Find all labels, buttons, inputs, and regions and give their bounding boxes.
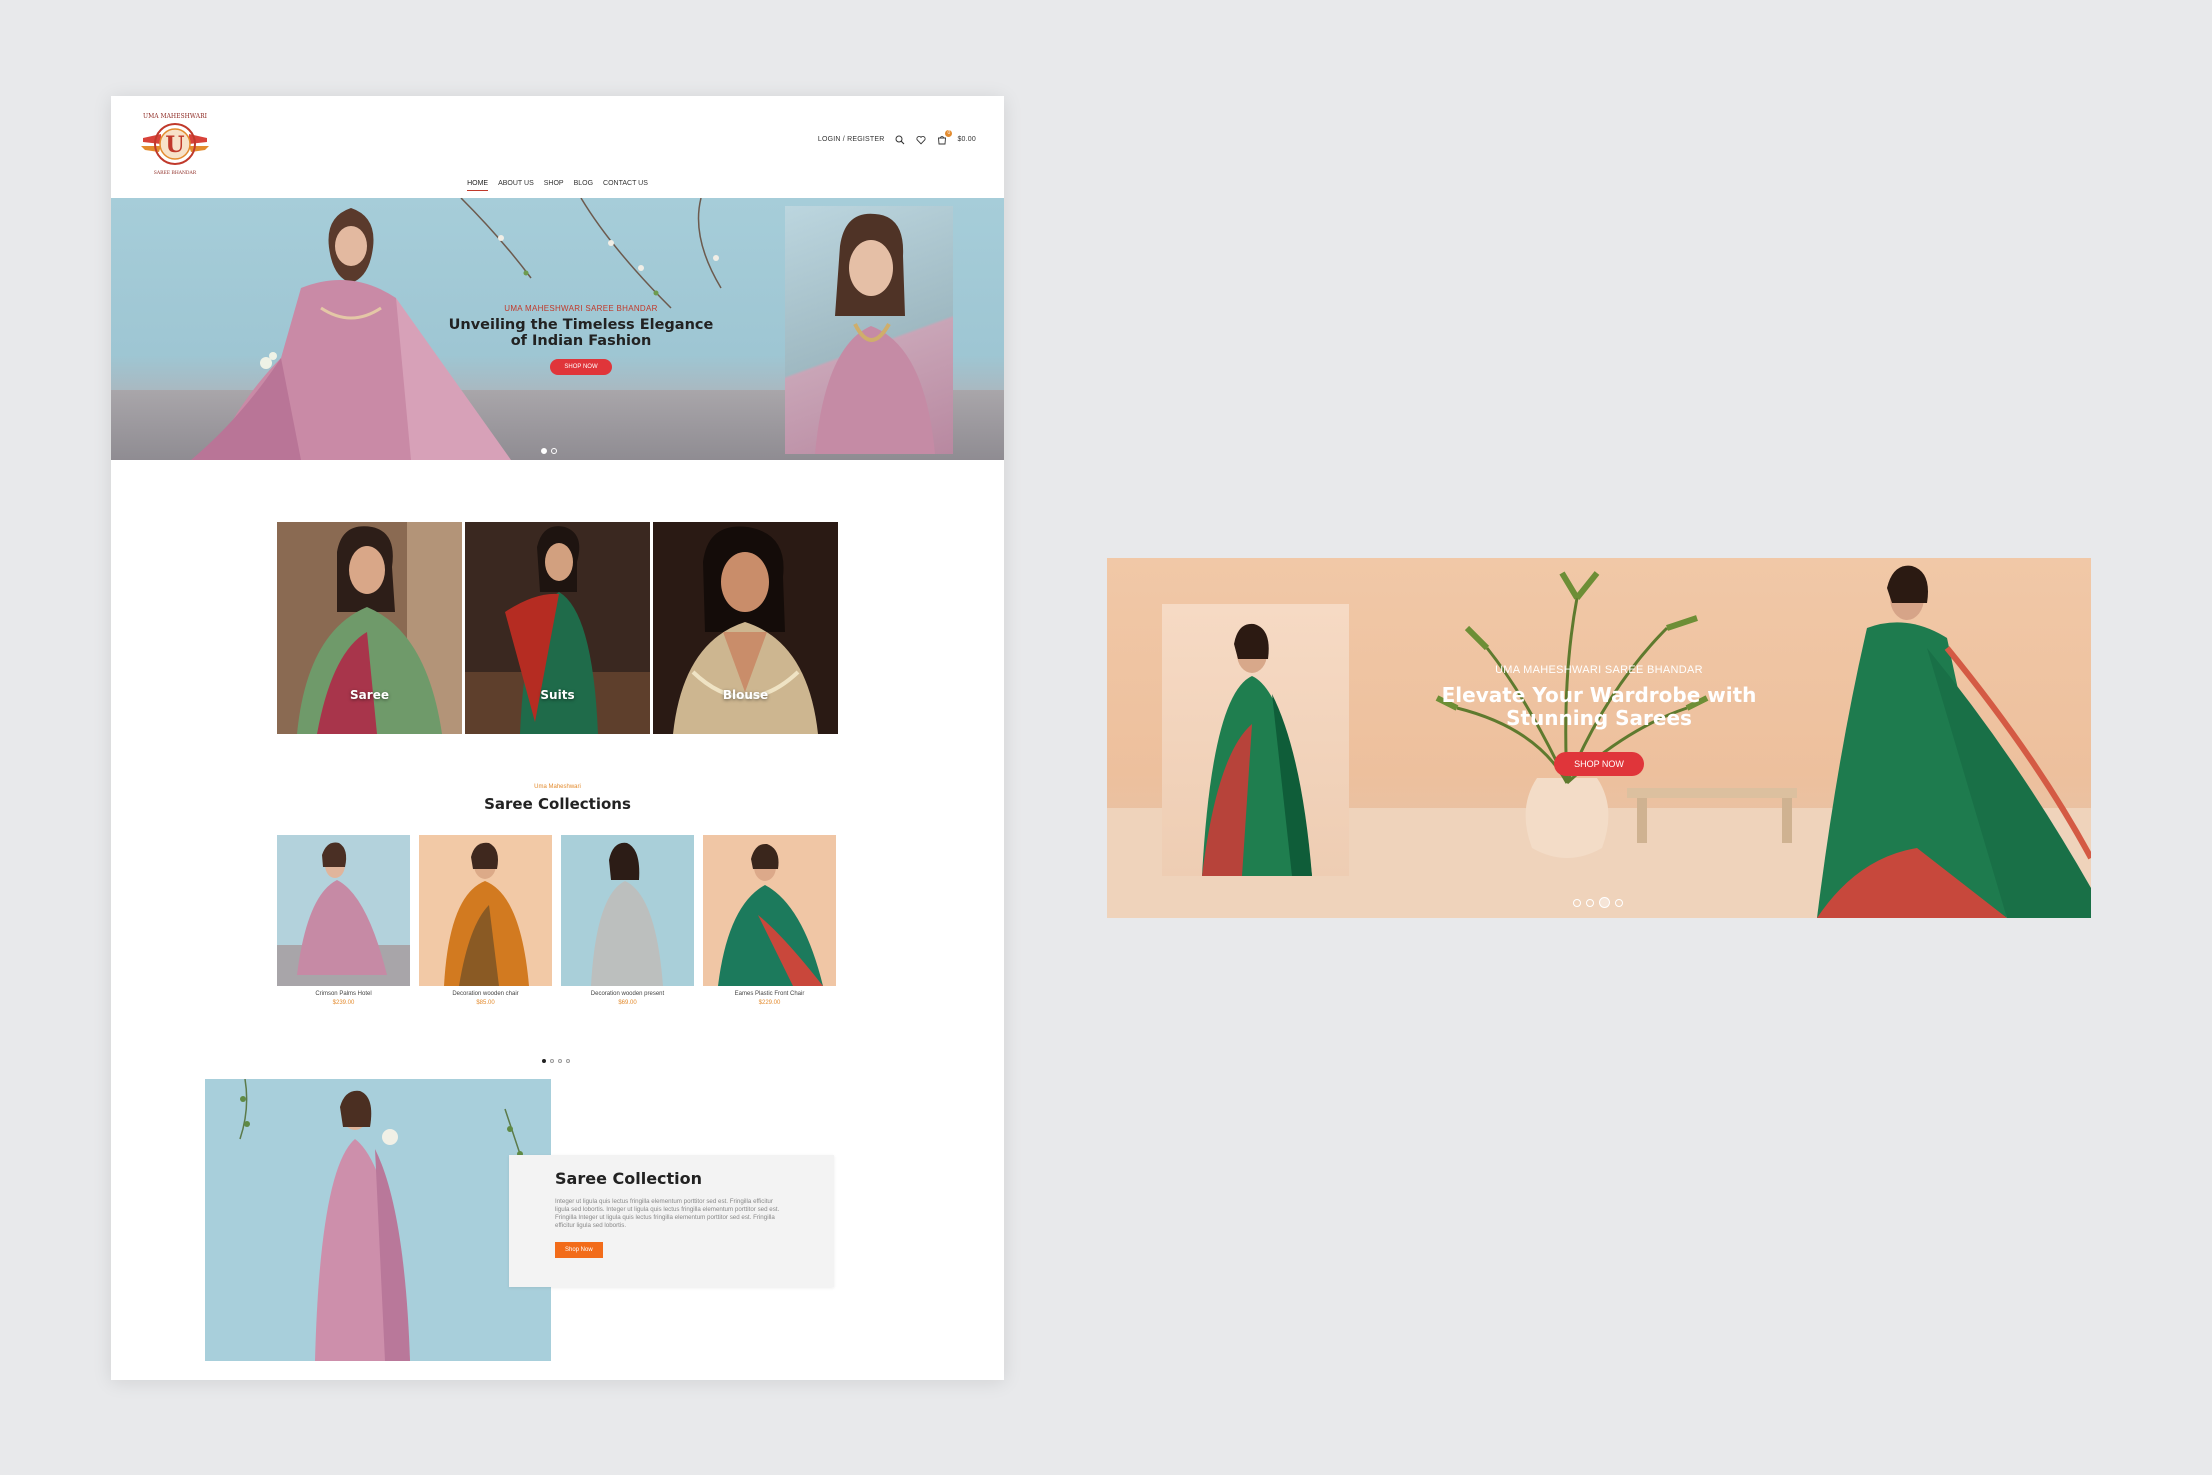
product-card[interactable]: Decoration wooden chair $85.00 [419, 835, 552, 1006]
feature-body: Integer ut ligula quis lectus fringilla … [555, 1198, 780, 1229]
product-image[interactable] [277, 835, 410, 986]
feature-shop-now-button[interactable]: Shop Now [555, 1242, 603, 1258]
hero-portrait-frame [785, 206, 953, 454]
category-tiles: Saree Suits Blouse [277, 522, 838, 734]
svg-text:SAREE BHANDAR: SAREE BHANDAR [154, 170, 197, 176]
category-label: Saree [350, 688, 389, 702]
product-image[interactable] [703, 835, 836, 986]
pager-dot[interactable] [550, 1059, 554, 1063]
cart-icon[interactable]: 0 [936, 130, 953, 145]
hero-caption: UMA MAHESHWARI SAREE BHANDAR Unveiling t… [431, 304, 731, 375]
banner-shop-now-button[interactable]: SHOP NOW [1554, 752, 1644, 776]
feature-card: Saree Collection Integer ut ligula quis … [509, 1155, 834, 1287]
category-tile-blouse[interactable]: Blouse [653, 522, 838, 734]
collection-title: Saree Collections [484, 795, 631, 813]
hero-title: Unveiling the Timeless Elegance of India… [448, 317, 714, 349]
nav-home[interactable]: HOME [467, 180, 489, 191]
product-name[interactable]: Decoration wooden present [561, 991, 694, 997]
hero-branch-decoration [460, 198, 722, 309]
hero-slider: UMA MAHESHWARI SAREE BHANDAR Unveiling t… [111, 198, 1004, 460]
product-carousel: Crimson Palms Hotel $239.00 Decoration w… [277, 835, 836, 1006]
banner-slider-dots [1573, 897, 1623, 908]
category-label: Suits [540, 688, 575, 702]
category-label: Blouse [722, 688, 769, 702]
banner-model-image [1817, 565, 2091, 918]
main-nav: HOME ABOUT US SHOP BLOG CONTACT US [111, 180, 1004, 191]
hero-slider-dots [541, 448, 557, 454]
feature-image [205, 1079, 551, 1361]
banner-dot[interactable] [1615, 898, 1623, 907]
feature-title: Saree Collection [555, 1169, 703, 1188]
banner-slide: UMA MAHESHWARI SAREE BHANDAR Elevate You… [1107, 558, 2091, 918]
product-card[interactable]: Eames Plastic Front Chair $229.00 [703, 835, 836, 1006]
banner-dot[interactable] [1586, 898, 1594, 907]
product-name[interactable]: Eames Plastic Front Chair [703, 991, 836, 997]
svg-text:U: U [165, 132, 184, 158]
nav-blog[interactable]: BLOG [574, 180, 593, 191]
nav-about-us[interactable]: ABOUT US [498, 180, 534, 191]
product-price: $229.00 [758, 1000, 781, 1006]
banner-dot[interactable] [1599, 897, 1610, 908]
svg-text:UMA MAHESHWARI: UMA MAHESHWARI [143, 113, 208, 120]
product-card[interactable]: Crimson Palms Hotel $239.00 [277, 835, 410, 1006]
product-name[interactable]: Crimson Palms Hotel [277, 991, 410, 997]
banner-kicker: UMA MAHESHWARI SAREE BHANDAR [1495, 664, 1703, 676]
pager-dot[interactable] [542, 1059, 546, 1063]
search-icon[interactable] [894, 134, 905, 145]
login-register-link[interactable]: LOGIN / REGISTER [818, 136, 885, 143]
hero-shop-now-button[interactable]: SHOP NOW [550, 359, 612, 375]
product-price: $239.00 [332, 1000, 355, 1006]
heart-icon[interactable] [915, 134, 926, 145]
collection-kicker: Uma Maheshwari [534, 784, 581, 790]
brand-logo[interactable]: U UMA MAHESHWARI SAREE BHANDAR [137, 108, 213, 176]
header-actions: LOGIN / REGISTER 0 $0.00 [818, 130, 976, 145]
nav-contact-us[interactable]: CONTACT US [603, 180, 648, 191]
cart-total[interactable]: $0.00 [957, 136, 976, 143]
product-image[interactable] [561, 835, 694, 986]
product-price: $85.00 [476, 1000, 495, 1006]
banner-title: Elevate Your Wardrobe with Stunning Sare… [1441, 683, 1757, 730]
category-tile-saree[interactable]: Saree [277, 522, 462, 734]
banner-caption: UMA MAHESHWARI SAREE BHANDAR Elevate You… [1419, 664, 1779, 776]
cart-count-badge: 0 [945, 130, 953, 137]
product-name[interactable]: Decoration wooden chair [419, 991, 552, 997]
site-header: U UMA MAHESHWARI SAREE BHANDAR LOGIN / R… [111, 96, 1004, 198]
hero-kicker: UMA MAHESHWARI SAREE BHANDAR [504, 304, 658, 313]
product-card[interactable]: Decoration wooden present $69.00 [561, 835, 694, 1006]
category-tile-suits[interactable]: Suits [465, 522, 650, 734]
pager-dot[interactable] [566, 1059, 570, 1063]
product-price: $69.00 [618, 1000, 637, 1006]
website-page-mockup: U UMA MAHESHWARI SAREE BHANDAR LOGIN / R… [111, 96, 1004, 1380]
banner-portrait-frame [1162, 604, 1349, 876]
hero-dot[interactable] [551, 448, 557, 454]
banner-dot[interactable] [1573, 898, 1581, 907]
hero-dot[interactable] [541, 448, 547, 454]
carousel-pager [542, 1059, 570, 1063]
pager-dot[interactable] [558, 1059, 562, 1063]
nav-shop[interactable]: SHOP [544, 180, 564, 191]
product-image[interactable] [419, 835, 552, 986]
